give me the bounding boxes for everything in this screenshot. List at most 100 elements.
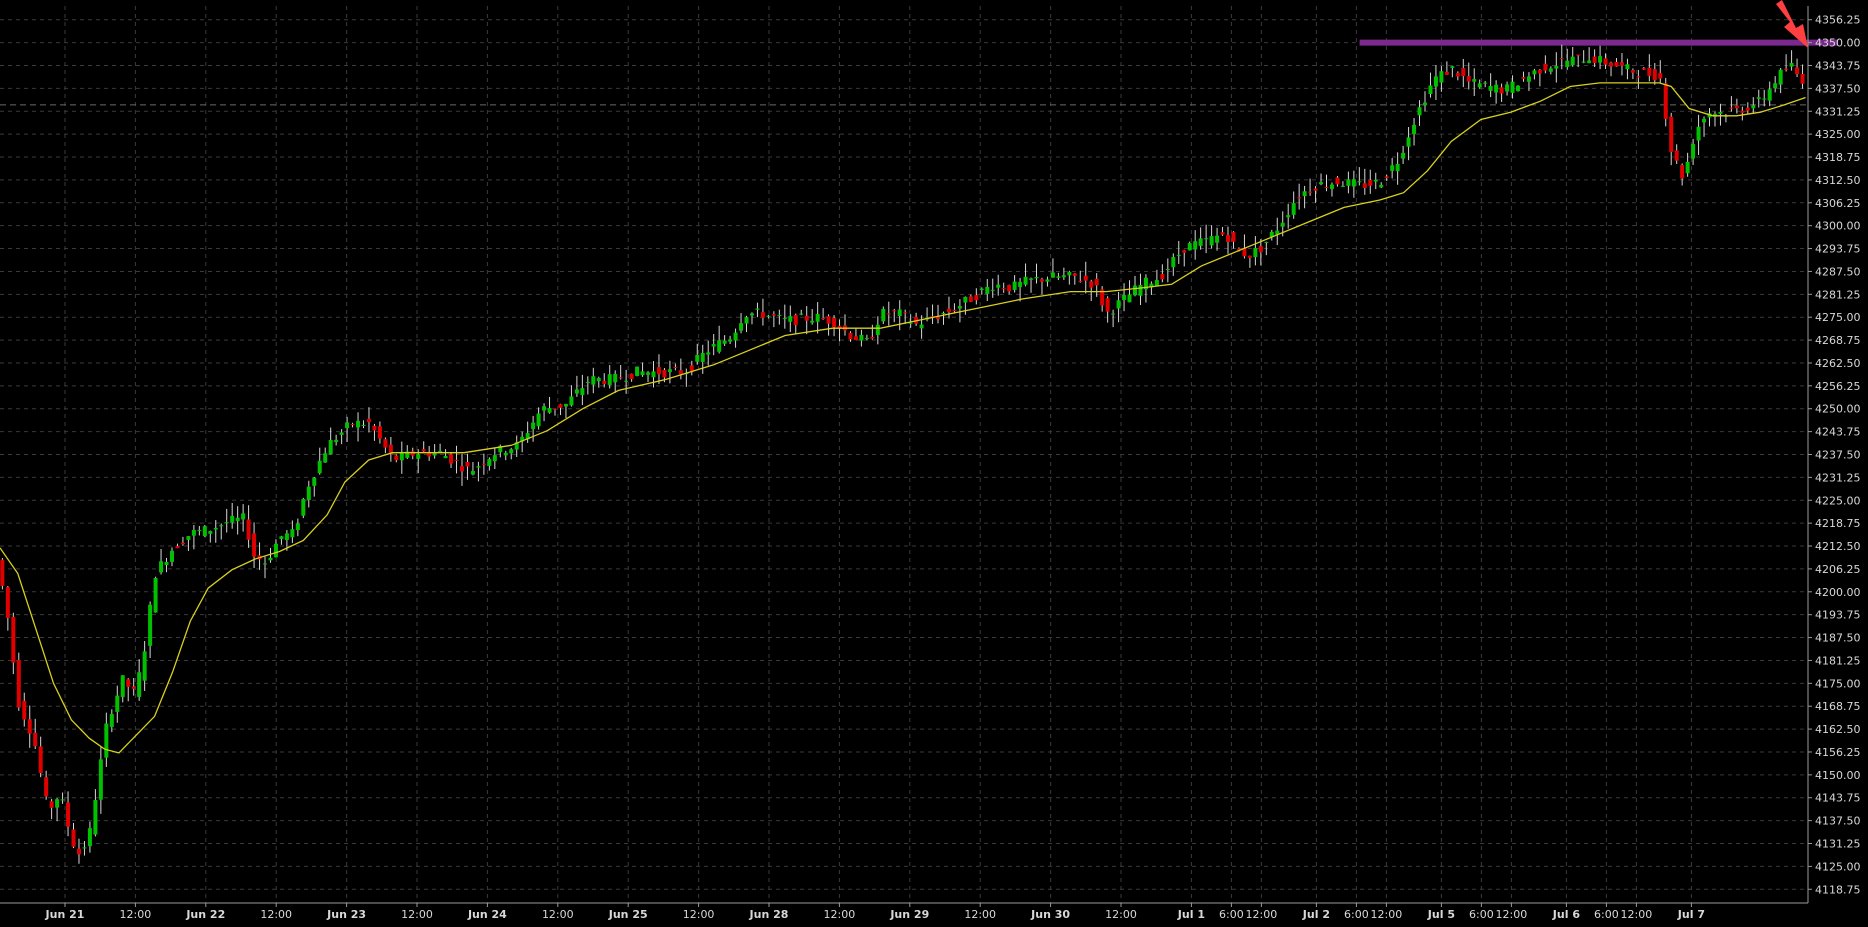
candle-down xyxy=(459,466,464,472)
candle-down xyxy=(1543,63,1548,71)
candle-up xyxy=(55,799,60,808)
candle-up xyxy=(202,526,207,537)
candle-up xyxy=(492,455,497,462)
candle-up xyxy=(1291,203,1296,215)
candle-down xyxy=(1182,250,1187,253)
candle-down xyxy=(656,367,661,375)
candle-up xyxy=(985,286,990,294)
time-tick-label: Jun 24 xyxy=(467,908,507,921)
candle-up xyxy=(979,288,984,290)
candle-up xyxy=(235,517,240,522)
candle-up xyxy=(755,308,760,310)
candle-up xyxy=(361,424,366,426)
candle-up xyxy=(1319,182,1324,185)
candle-down xyxy=(1160,274,1165,280)
candle-up xyxy=(224,522,229,524)
price-tick-label: 4225.00 xyxy=(1815,494,1861,507)
candle-up xyxy=(142,651,147,681)
candle-up xyxy=(1171,257,1176,268)
price-tick-label: 4200.00 xyxy=(1815,586,1861,599)
price-tick-label: 4118.75 xyxy=(1815,883,1861,896)
candle-down xyxy=(553,408,558,410)
candle-down xyxy=(1559,58,1564,60)
candle-up xyxy=(1018,281,1023,287)
chart-window: 4356.25 4350.00 4343.75 4337.50 4331.25 4325.… xyxy=(0,0,1868,923)
price-tick-label: 4350.00 xyxy=(1815,37,1861,50)
candle-up xyxy=(607,374,612,385)
candle-down xyxy=(1537,69,1542,74)
candle-up xyxy=(1565,60,1570,67)
candle-up xyxy=(1516,85,1521,92)
candle-up xyxy=(317,460,322,474)
candle-down xyxy=(1001,288,1006,290)
candle-down xyxy=(853,336,858,341)
candle-down xyxy=(602,380,607,384)
candle-up xyxy=(651,371,656,378)
candle-down xyxy=(1680,165,1685,179)
candle-down xyxy=(793,315,798,326)
candle-down xyxy=(1800,73,1805,84)
candle-up xyxy=(1061,275,1066,278)
candle-up xyxy=(733,332,738,341)
candle-up xyxy=(1598,56,1603,63)
candle-up xyxy=(613,373,618,383)
time-tick-label: 12:00 xyxy=(1496,908,1528,921)
candle-up xyxy=(164,562,169,566)
candle-up xyxy=(1034,277,1039,279)
candle-down xyxy=(968,296,973,302)
candle-up xyxy=(1428,85,1433,94)
candle-down xyxy=(1461,67,1466,77)
candle-up xyxy=(1286,215,1291,218)
candle-down xyxy=(465,462,470,467)
candle-up xyxy=(728,339,733,342)
candle-up xyxy=(1264,241,1269,243)
candle-down xyxy=(27,719,32,734)
candle-up xyxy=(706,352,711,355)
candle-up xyxy=(219,525,224,527)
candle-up xyxy=(268,557,273,561)
candle-up xyxy=(782,317,787,319)
candle-up xyxy=(159,561,164,573)
candle-down xyxy=(1226,235,1231,243)
candle-up xyxy=(1488,86,1493,91)
candle-down xyxy=(673,366,678,368)
candle-up xyxy=(788,316,793,322)
time-tick-label: 6:00 xyxy=(1594,908,1619,921)
candle-down xyxy=(870,336,875,339)
time-tick-label: 6:00 xyxy=(1344,908,1369,921)
candle-up xyxy=(93,800,98,835)
candle-down xyxy=(1658,73,1663,79)
price-tick-label: 4237.50 xyxy=(1815,449,1861,462)
time-tick-label: Jul 6 xyxy=(1552,908,1581,921)
price-tick-label: 4175.00 xyxy=(1815,677,1861,690)
candle-down xyxy=(454,459,459,461)
candle-down xyxy=(892,310,897,312)
moving-average-layer xyxy=(0,82,1806,754)
candle-down xyxy=(71,829,76,847)
candle-up xyxy=(1548,68,1553,72)
price-tick-label: 4356.25 xyxy=(1815,14,1861,27)
candle-down xyxy=(1308,191,1313,193)
candle-up xyxy=(1510,81,1515,93)
price-tick-label: 4337.50 xyxy=(1815,82,1861,95)
candle-up xyxy=(312,477,317,486)
price-tick-label: 4181.25 xyxy=(1815,654,1861,667)
candle-up xyxy=(1346,179,1351,186)
candle-up xyxy=(98,759,103,800)
candle-up xyxy=(646,372,651,375)
candle-down xyxy=(1247,255,1252,258)
time-tick-label: Jun 23 xyxy=(326,908,366,921)
time-tick-label: 12:00 xyxy=(120,908,152,921)
candle-up xyxy=(1379,184,1384,188)
candle-down xyxy=(618,377,623,379)
candle-up xyxy=(810,320,815,323)
time-tick-label: Jun 29 xyxy=(889,908,929,921)
price-tick-label: 4268.75 xyxy=(1815,334,1861,347)
candle-up xyxy=(399,452,404,461)
time-tick-label: 12:00 xyxy=(824,908,856,921)
candle-up xyxy=(1422,102,1427,106)
time-tick-label: Jul 1 xyxy=(1177,908,1205,921)
candle-up xyxy=(476,466,481,468)
time-tick-label: 12:00 xyxy=(1371,908,1403,921)
candle-up xyxy=(744,317,749,324)
